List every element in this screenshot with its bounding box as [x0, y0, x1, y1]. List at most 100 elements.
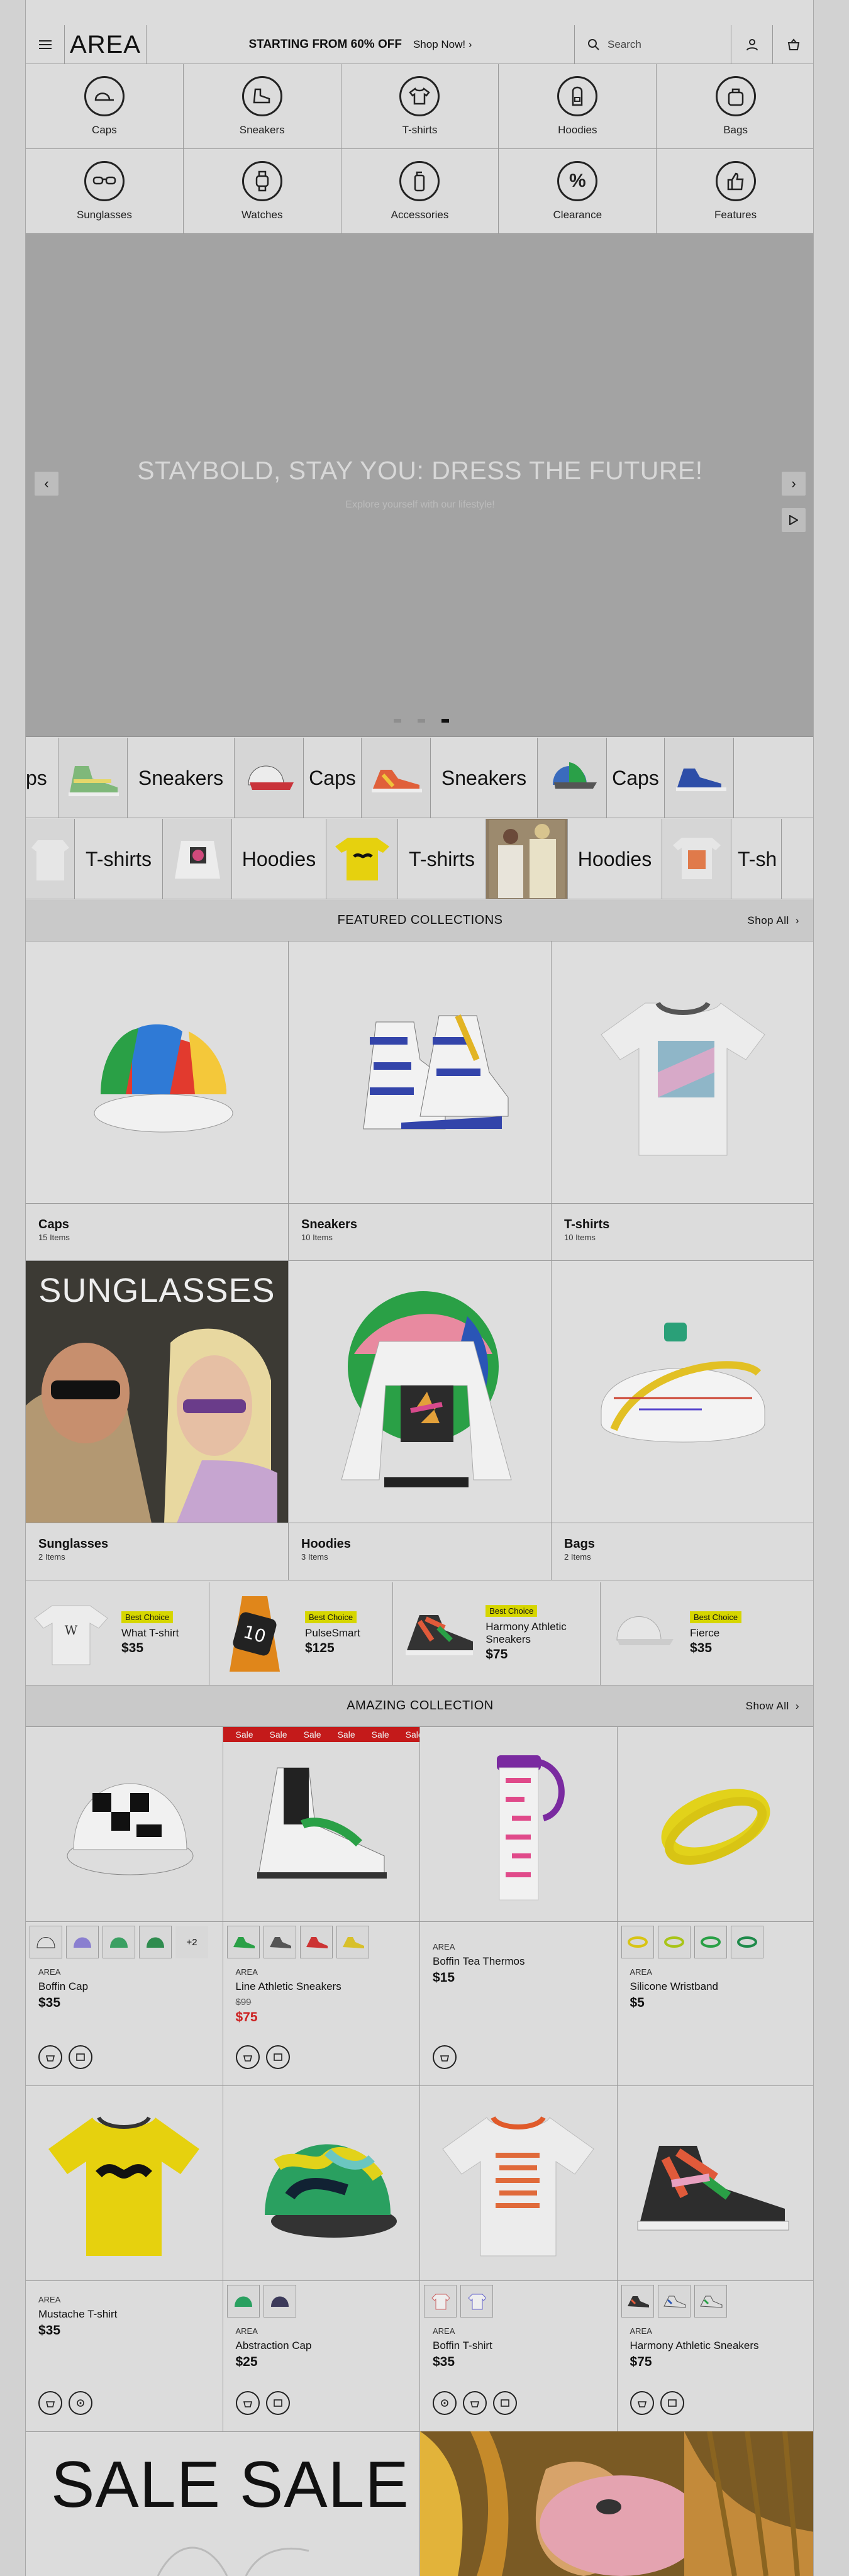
- ticker-label[interactable]: Sneakers: [128, 738, 235, 818]
- tshirt-thumb[interactable]: [26, 819, 75, 899]
- category-tshirts[interactable]: T-shirts: [341, 64, 499, 149]
- collection-card[interactable]: Sneakers 10 Items: [289, 941, 552, 1261]
- product-card[interactable]: AREA Mustache T-shirt $35: [26, 2086, 223, 2432]
- product-name[interactable]: Boffin Cap: [38, 1980, 210, 1993]
- hero-dot[interactable]: [418, 719, 425, 723]
- account-button[interactable]: [731, 25, 773, 64]
- product-name[interactable]: Harmony Athletic Sneakers: [630, 2340, 802, 2352]
- shop-now-link[interactable]: Shop Now! ›: [413, 38, 472, 51]
- category-sunglasses[interactable]: Sunglasses: [26, 149, 184, 234]
- quick-view-button[interactable]: [265, 2391, 290, 2415]
- product-card[interactable]: AREA Harmony Athletic Sneakers $75: [617, 2086, 813, 2432]
- hero-dot-active[interactable]: [441, 719, 449, 723]
- product-card[interactable]: +2 AREA Boffin Cap $35: [26, 1727, 223, 2086]
- hero-next-button[interactable]: ›: [782, 472, 806, 496]
- ticker-label[interactable]: Caps: [607, 738, 665, 818]
- hero-dot[interactable]: [394, 719, 401, 723]
- sneaker-thumb[interactable]: [58, 738, 128, 818]
- collection-card[interactable]: T-shirts 10 Items: [552, 941, 813, 1261]
- swatch[interactable]: [621, 1926, 654, 1958]
- ticker-label[interactable]: T-shirts: [75, 819, 163, 899]
- swatch[interactable]: [336, 1926, 369, 1958]
- add-to-cart-button[interactable]: [235, 2045, 260, 2069]
- product-name[interactable]: Abstraction Cap: [236, 2340, 408, 2352]
- product-name[interactable]: Silicone Wristband: [630, 1980, 802, 1993]
- product-name[interactable]: Mustache T-shirt: [38, 2308, 210, 2321]
- swatch[interactable]: [263, 2285, 296, 2318]
- swatch[interactable]: [621, 2285, 654, 2318]
- category-clearance[interactable]: % Clearance: [499, 149, 657, 234]
- quick-view-button[interactable]: [493, 2391, 517, 2415]
- hoodie-photo-thumb[interactable]: [486, 819, 568, 899]
- ticker-label[interactable]: Sneakers: [431, 738, 538, 818]
- cap-thumb[interactable]: [235, 738, 304, 818]
- swatch[interactable]: [139, 1926, 172, 1958]
- add-to-cart-button[interactable]: [38, 2391, 62, 2415]
- swatch[interactable]: [694, 2285, 727, 2318]
- category-bags[interactable]: Bags: [657, 64, 813, 149]
- sneaker-thumb[interactable]: [665, 738, 734, 818]
- tshirt-thumb[interactable]: [326, 819, 398, 899]
- best-choice-card[interactable]: Best Choice Fierce $35: [601, 1582, 813, 1685]
- swatch[interactable]: [103, 1926, 135, 1958]
- ticker-label[interactable]: T-shirts: [398, 819, 486, 899]
- tshirt-thumb[interactable]: [662, 819, 731, 899]
- ticker-label[interactable]: ps: [26, 738, 58, 818]
- swatch[interactable]: [66, 1926, 99, 1958]
- ticker-label[interactable]: Hoodies: [232, 819, 326, 899]
- add-to-cart-button[interactable]: [433, 2045, 457, 2069]
- collection-card[interactable]: Bags 2 Items: [552, 1261, 813, 1580]
- swatch[interactable]: [226, 1926, 260, 1958]
- ticker-label[interactable]: Hoodies: [568, 819, 662, 899]
- add-to-cart-button[interactable]: [38, 2045, 62, 2069]
- product-card[interactable]: AREA Abstraction Cap $25: [223, 2086, 420, 2432]
- product-card[interactable]: SaleSaleSaleSaleSaleSale AREA Line Athle…: [223, 1727, 420, 2086]
- category-caps[interactable]: Caps: [26, 64, 184, 149]
- swatch[interactable]: [299, 1926, 333, 1958]
- swatch[interactable]: [424, 2285, 457, 2318]
- product-card[interactable]: AREA Boffin Tea Thermos $15: [420, 1727, 618, 2086]
- show-all-link[interactable]: Show All ›: [746, 1700, 799, 1713]
- product-card[interactable]: AREA Silicone Wristband $5: [617, 1727, 813, 2086]
- category-features[interactable]: Features: [657, 149, 813, 234]
- collection-card[interactable]: SUNGLASSES Sunglasses 2 Items: [26, 1261, 289, 1580]
- best-choice-card[interactable]: 10 Best Choice PulseSmart $125: [209, 1582, 393, 1685]
- search-box[interactable]: Search: [575, 25, 731, 64]
- category-watches[interactable]: Watches: [183, 149, 341, 234]
- add-to-cart-button[interactable]: [235, 2391, 260, 2415]
- swatch[interactable]: [460, 2285, 493, 2318]
- ticker-label[interactable]: T-sh: [731, 819, 782, 899]
- category-hoodies[interactable]: Hoodies: [499, 64, 657, 149]
- swatch[interactable]: [657, 2285, 691, 2318]
- hoodie-thumb[interactable]: [163, 819, 232, 899]
- more-swatches[interactable]: +2: [175, 1926, 208, 1958]
- hero-play-button[interactable]: [782, 508, 806, 532]
- collection-card[interactable]: Caps 15 Items: [26, 941, 289, 1261]
- select-options-button[interactable]: [433, 2391, 457, 2415]
- quick-view-button[interactable]: [660, 2391, 684, 2415]
- swatch[interactable]: [263, 1926, 296, 1958]
- hero-prev-button[interactable]: ‹: [35, 472, 58, 496]
- swatch[interactable]: [30, 1926, 62, 1958]
- best-choice-card[interactable]: W Best Choice What T-shirt $35: [26, 1582, 209, 1685]
- product-name[interactable]: Boffin T-shirt: [433, 2340, 604, 2352]
- swatch[interactable]: [226, 2285, 260, 2318]
- best-choice-card[interactable]: Best Choice Harmony Athletic Sneakers $75: [393, 1582, 601, 1685]
- sale-text-panel[interactable]: SALE SALE: [26, 2431, 420, 2576]
- swatch[interactable]: [657, 1926, 691, 1958]
- sneaker-thumb[interactable]: [362, 738, 431, 818]
- shop-all-link[interactable]: Shop All ›: [747, 914, 799, 927]
- product-card[interactable]: AREA Boffin T-shirt $35: [420, 2086, 618, 2432]
- cap-thumb[interactable]: [538, 738, 607, 818]
- product-name[interactable]: Boffin Tea Thermos: [433, 1955, 604, 1968]
- logo[interactable]: AREA: [65, 25, 147, 64]
- product-name[interactable]: Line Athletic Sneakers: [236, 1980, 408, 1993]
- collection-card[interactable]: Hoodies 3 Items: [289, 1261, 552, 1580]
- category-sneakers[interactable]: Sneakers: [183, 64, 341, 149]
- add-to-cart-button[interactable]: [463, 2391, 487, 2415]
- quick-view-button[interactable]: [69, 2045, 92, 2069]
- swatch[interactable]: [694, 1926, 727, 1958]
- ticker-label[interactable]: Caps: [304, 738, 362, 818]
- swatch[interactable]: [730, 1926, 763, 1958]
- menu-button[interactable]: [26, 25, 65, 64]
